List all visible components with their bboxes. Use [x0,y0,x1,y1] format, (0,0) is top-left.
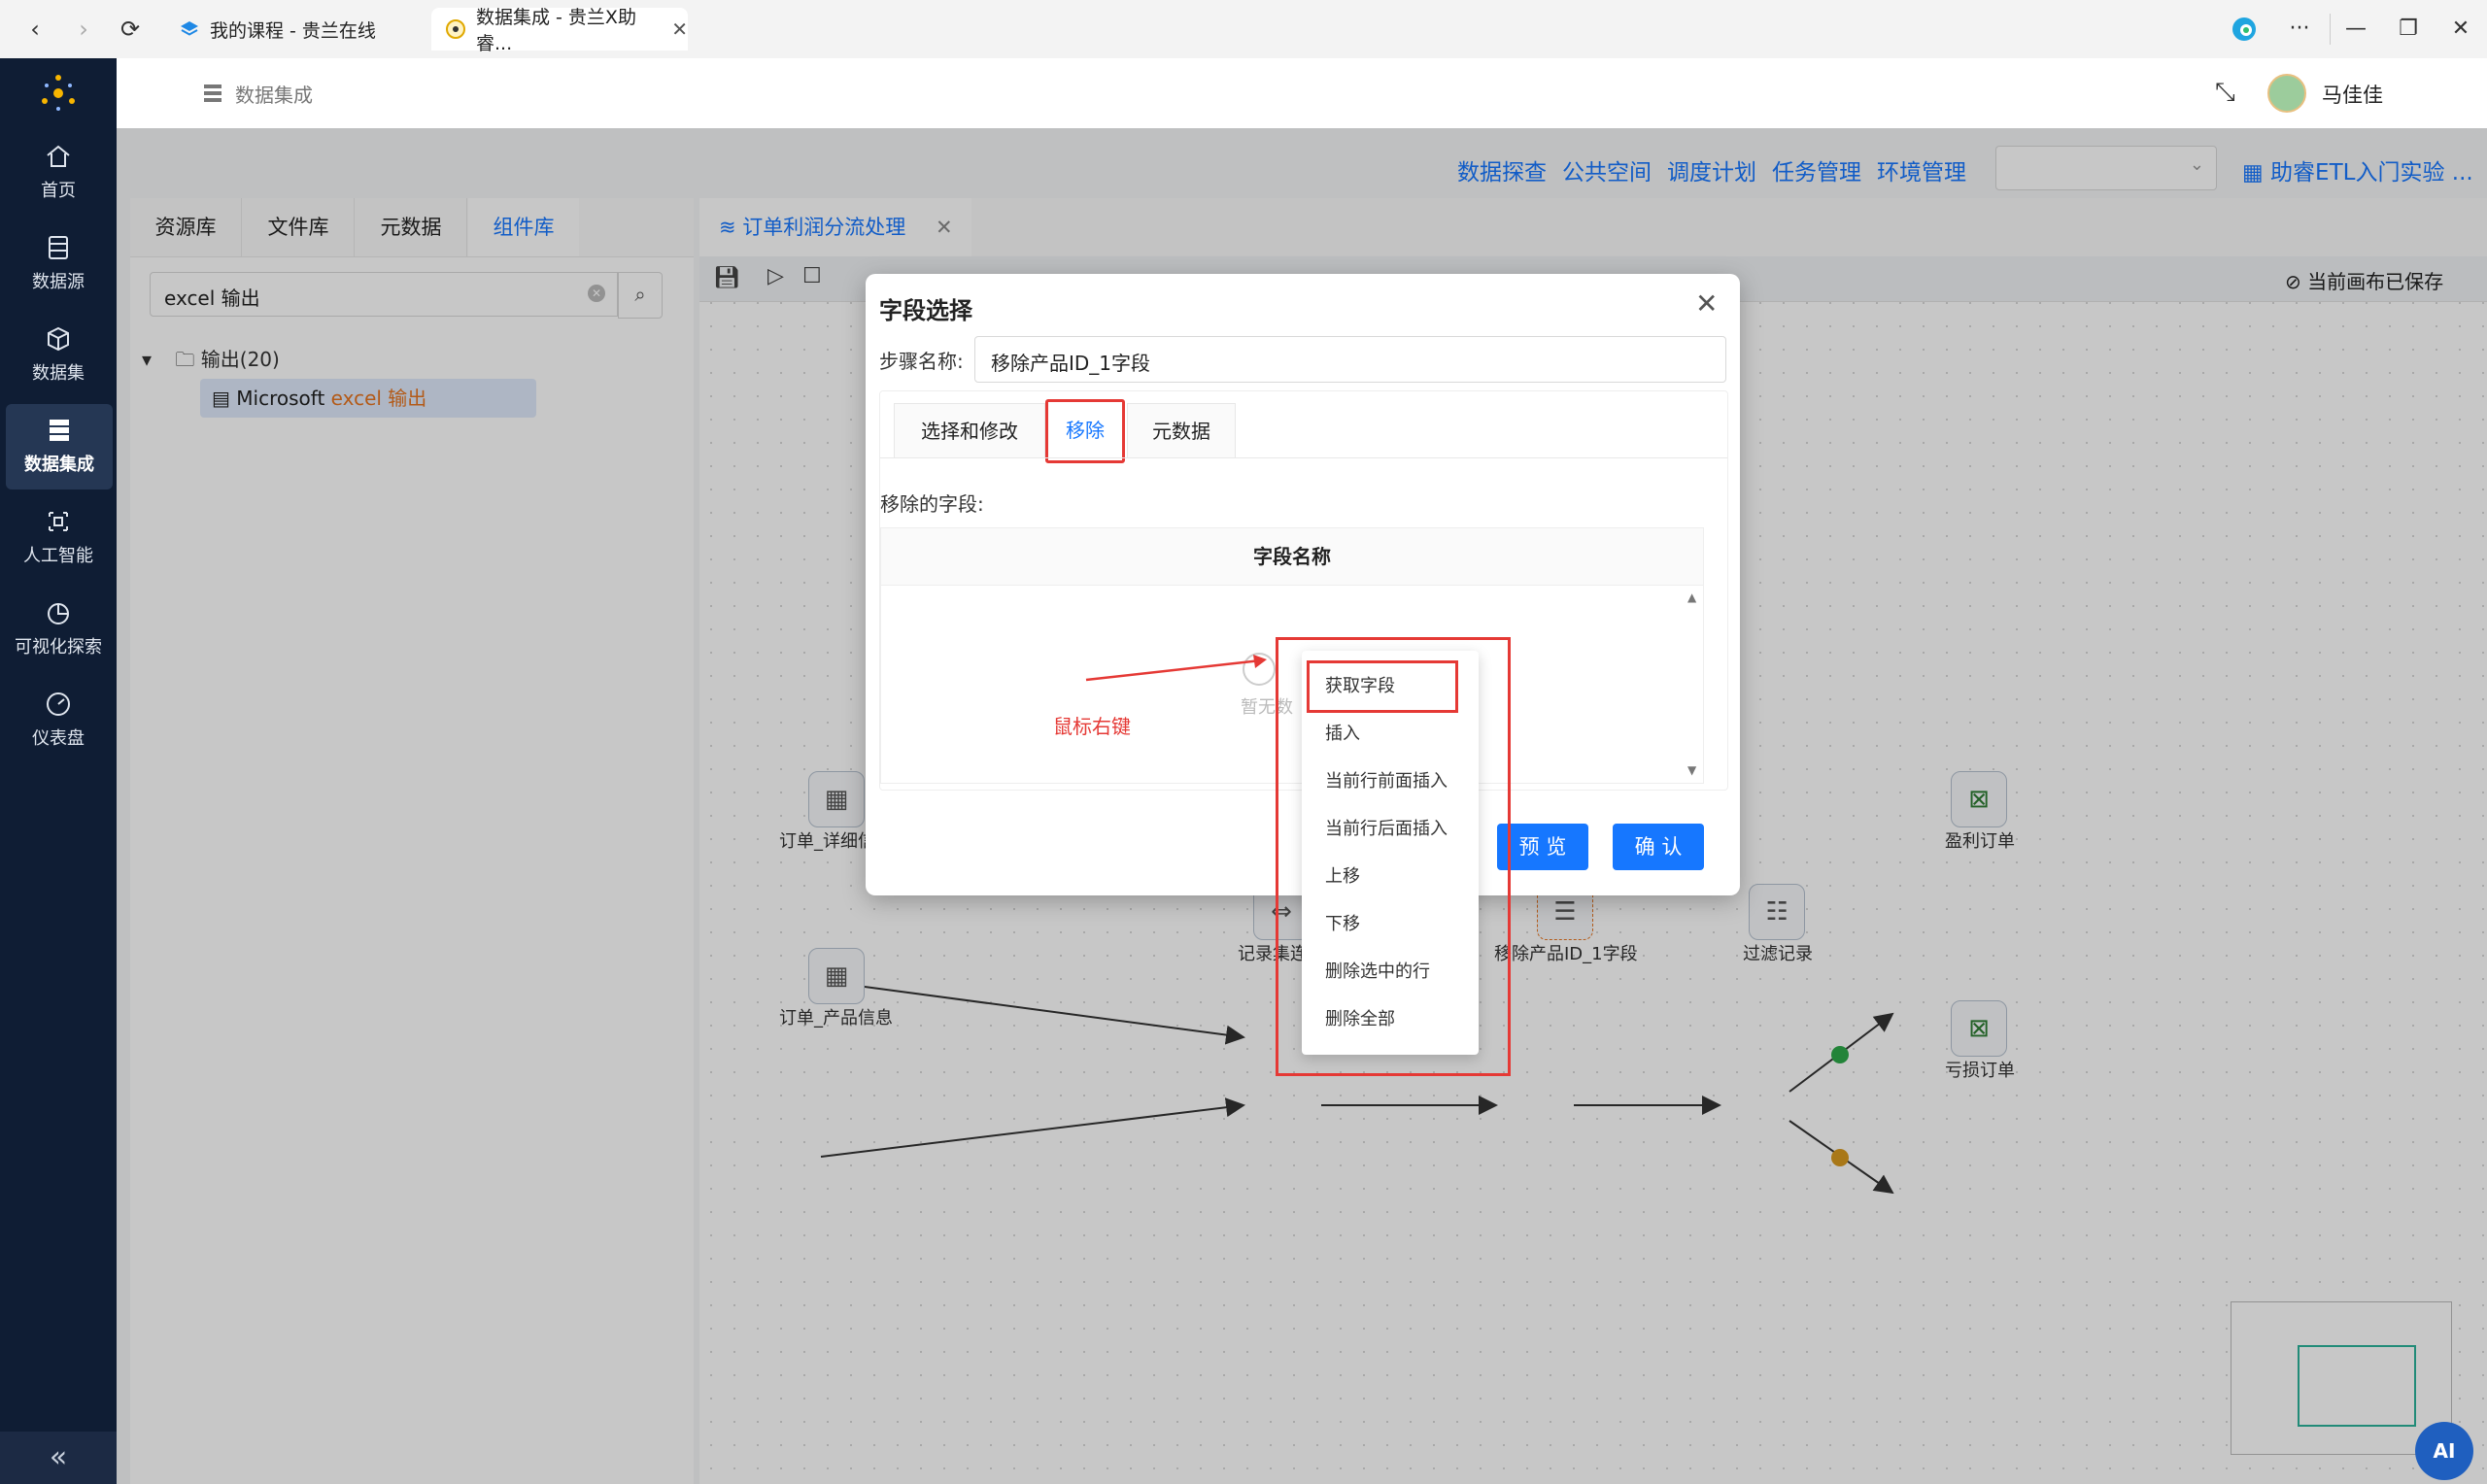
column-header-field-name: 字段名称 [881,528,1703,586]
avatar[interactable] [2267,74,2306,113]
pie-chart-icon [44,598,73,627]
annotation-box [1307,660,1458,713]
sidebar: 首页 数据源 数据集 数据集成 人工智能 可视化探索 仪表盘 « [0,58,117,1484]
restore-icon[interactable]: ❐ [2386,12,2431,47]
sidebar-item-datasource[interactable]: 数据源 [0,221,117,307]
close-tab-icon[interactable]: ✕ [671,17,688,41]
arrow-line [1085,658,1262,682]
divider [2330,14,2331,45]
preview-button[interactable]: 预 览 [1497,824,1588,870]
remove-fields-label: 移除的字段: [880,492,984,516]
sidebar-item-dataset[interactable]: 数据集 [0,313,117,398]
annotation-box [1045,399,1125,463]
step-name-label: 步骤名称: [879,350,964,373]
cube-icon [44,324,73,354]
tab-metadata[interactable]: 元数据 [1127,403,1236,458]
divider [880,457,1727,458]
breadcrumb: 数据集成 [235,84,313,107]
browser-chrome: ‹ › ⟳ 我的课程 - 贵兰在线 数据集成 - 贵兰X助睿... ✕ ··· … [0,0,2487,59]
annotation-text: 鼠标右键 [1053,715,1131,738]
user-name: 马佳佳 [2322,84,2383,107]
forward-icon[interactable]: › [68,14,99,45]
app-logo-icon [445,18,466,40]
scrollbar[interactable]: ▲ ▼ [1686,587,1701,781]
ai-icon [44,507,73,536]
app-logo-icon[interactable] [37,72,80,115]
tab-select-modify[interactable]: 选择和修改 [894,403,1045,458]
scroll-down-icon[interactable]: ▼ [1687,763,1696,777]
ai-assistant-button[interactable]: AI [2415,1422,2473,1480]
reload-icon[interactable]: ⟳ [115,14,146,45]
server-icon [45,416,74,445]
menu-icon[interactable] [204,84,221,103]
step-name-input[interactable]: 移除产品ID_1字段 [974,336,1726,383]
sidebar-item-home[interactable]: 首页 [0,130,117,216]
sidebar-item-integration[interactable]: 数据集成 [6,404,113,489]
browser-tab-course[interactable]: 我的课程 - 贵兰在线 [165,8,418,51]
edge-icon[interactable] [2231,16,2258,43]
sidebar-item-ai[interactable]: 人工智能 [0,495,117,581]
more-icon[interactable]: ··· [2277,12,2322,47]
close-window-icon[interactable]: ✕ [2438,12,2483,47]
dialog-title: 字段选择 [879,297,972,324]
sidebar-item-visual[interactable]: 可视化探索 [0,587,117,672]
fullscreen-icon[interactable]: ⤡ [2215,78,2235,108]
confirm-button[interactable]: 确 认 [1613,824,1704,870]
browser-tab-title: 数据集成 - 贵兰X助睿... [476,7,636,54]
home-icon [44,142,73,171]
database-icon [44,233,73,262]
collapse-sidebar-icon[interactable]: « [0,1432,117,1484]
annotation-arrow [1085,655,1267,682]
back-icon[interactable]: ‹ [19,14,51,45]
arrow-head [1253,655,1267,668]
sidebar-item-dashboard[interactable]: 仪表盘 [0,678,117,763]
browser-tab-title: 我的课程 - 贵兰在线 [210,19,376,42]
layers-icon [179,18,200,40]
top-header: 数据集成 ⤡ 马佳佳 [117,58,2487,129]
scroll-up-icon[interactable]: ▲ [1687,590,1696,604]
close-icon[interactable]: ✕ [1695,287,1718,320]
browser-tab-integration[interactable]: 数据集成 - 贵兰X助睿... ✕ [431,7,688,54]
minimize-icon[interactable]: — [2334,12,2378,47]
gauge-icon [44,690,73,719]
